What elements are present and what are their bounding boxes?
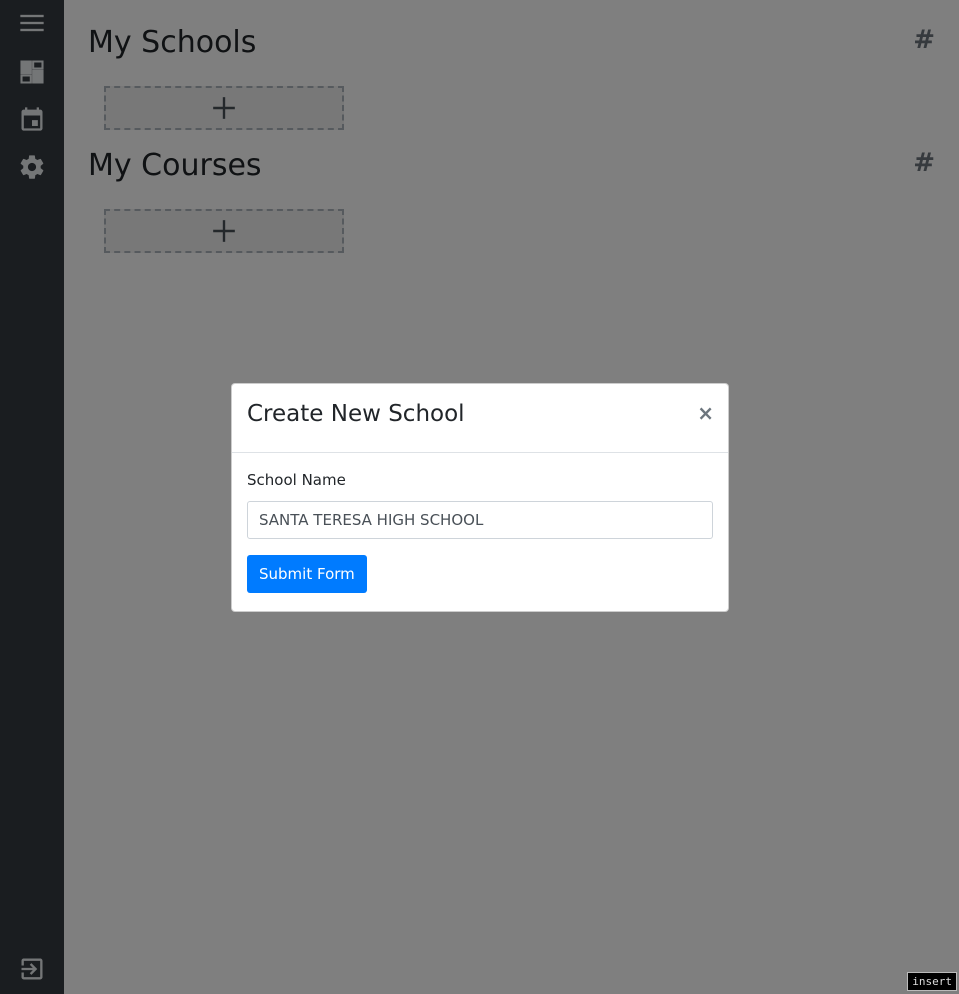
modal-title: Create New School [247, 401, 465, 427]
modal-header: Create New School × [232, 384, 728, 453]
close-button[interactable]: × [697, 401, 714, 425]
school-name-label: School Name [247, 471, 346, 489]
school-name-input[interactable] [247, 501, 713, 539]
insert-mode-indicator: insert [907, 972, 957, 991]
submit-form-button[interactable]: Submit Form [247, 555, 367, 593]
create-school-modal: Create New School × School Name Submit F… [231, 383, 729, 612]
